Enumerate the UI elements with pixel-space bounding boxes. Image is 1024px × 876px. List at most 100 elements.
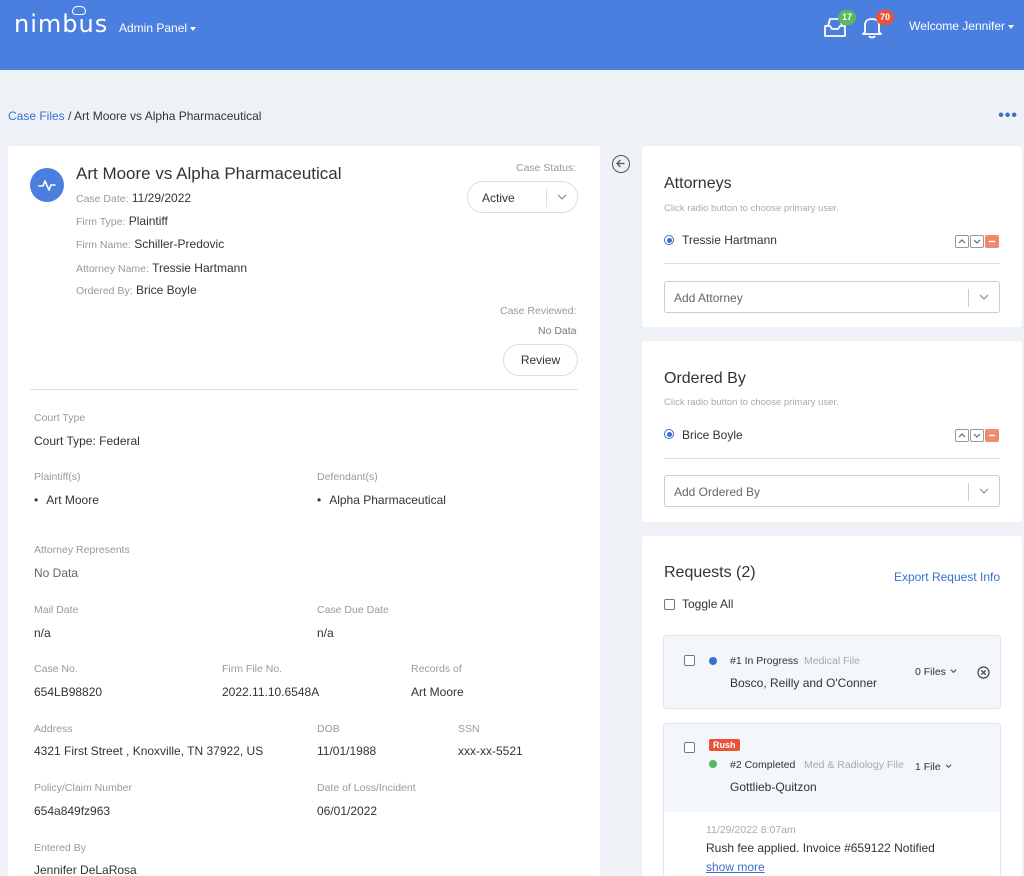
files-dropdown[interactable]: 0 Files xyxy=(915,666,958,678)
request-provider: Gottlieb-Quitzon xyxy=(730,780,817,794)
remove-ordered-by-button[interactable] xyxy=(985,429,999,442)
rush-badge: Rush xyxy=(709,739,740,751)
request-item[interactable]: #1 In Progress Medical File Bosco, Reill… xyxy=(663,635,1001,709)
entered-by-label: Entered By xyxy=(34,842,86,854)
firm-file-no-label: Firm File No. xyxy=(222,663,283,675)
entered-by-value: Jennifer DeLaRosa xyxy=(34,863,137,876)
breadcrumb-separator: / xyxy=(64,109,75,123)
toggle-all-label: Toggle All xyxy=(682,597,734,611)
caret-down-icon xyxy=(190,26,197,31)
dob-value: 11/01/1988 xyxy=(317,744,377,758)
case-date-row: Case Date: 11/29/2022 xyxy=(76,191,191,205)
top-nav-bar: nimbus Admin Panel 17 70 Welcome Jennife… xyxy=(0,0,1024,70)
primary-attorney-radio[interactable] xyxy=(664,235,674,245)
case-date-value: 11/29/2022 xyxy=(131,191,192,205)
address-value: 4321 First Street , Knoxville, TN 37922,… xyxy=(34,744,264,758)
remove-attorney-button[interactable] xyxy=(985,235,999,248)
case-details-card: Art Moore vs Alpha Pharmaceutical Case D… xyxy=(8,146,600,876)
plaintiff-item: Art Moore xyxy=(34,493,99,507)
firm-name-label: Firm Name: xyxy=(76,239,131,251)
breadcrumb-current: Art Moore vs Alpha Pharmaceutical xyxy=(74,109,262,123)
attorney-name-label: Attorney Name: xyxy=(76,263,149,275)
add-attorney-placeholder: Add Attorney xyxy=(674,291,743,305)
divider xyxy=(30,389,578,390)
more-options-icon[interactable]: ••• xyxy=(998,107,1018,125)
request-checkbox[interactable] xyxy=(684,655,695,666)
mail-date-label: Mail Date xyxy=(34,604,79,616)
messages-button[interactable]: 17 xyxy=(822,10,856,44)
request-type: Med & Radiology File xyxy=(804,759,904,771)
move-up-button[interactable] xyxy=(955,429,969,442)
request-type: Medical File xyxy=(804,655,861,667)
plaintiffs-label: Plaintiff(s) xyxy=(34,471,81,483)
ordered-by-value: Brice Boyle xyxy=(135,283,197,297)
firm-name-value: Schiller-Predovic xyxy=(134,237,225,251)
caret-down-icon xyxy=(1008,24,1014,29)
logo[interactable]: nimbus xyxy=(14,10,108,38)
attorneys-title: Attorneys xyxy=(664,175,732,192)
primary-ordered-by-radio[interactable] xyxy=(664,429,674,439)
chevron-down-icon xyxy=(979,488,989,494)
chevron-down-icon xyxy=(973,433,981,438)
select-separator xyxy=(968,289,969,307)
notifications-count-badge: 70 xyxy=(876,10,894,25)
defendant-item: Alpha Pharmaceutical xyxy=(317,493,446,507)
chevron-down-icon xyxy=(950,669,957,674)
move-down-button[interactable] xyxy=(970,429,984,442)
add-ordered-by-select[interactable]: Add Ordered By xyxy=(664,475,1000,507)
request-status: #1 In Progress xyxy=(730,655,799,667)
note-timestamp: 11/29/2022 8:07am xyxy=(706,824,796,836)
case-avatar xyxy=(30,168,64,202)
breadcrumb-case-files-link[interactable]: Case Files xyxy=(8,109,65,123)
case-no-label: Case No. xyxy=(34,663,78,675)
show-more-link[interactable]: show more xyxy=(706,860,765,874)
activity-icon xyxy=(38,180,56,191)
case-date-label: Case Date: xyxy=(76,193,129,205)
toggle-all-checkbox[interactable] xyxy=(664,599,675,610)
attorneys-hint: Click radio button to choose primary use… xyxy=(664,203,839,214)
firm-type-value: Plaintiff xyxy=(128,214,168,228)
ordered-by-card: Ordered By Click radio button to choose … xyxy=(642,341,1022,522)
user-menu[interactable]: Welcome Jennifer xyxy=(909,19,1014,33)
close-circle-icon[interactable] xyxy=(977,666,990,679)
files-count: 0 Files xyxy=(915,666,946,678)
admin-panel-label: Admin Panel xyxy=(119,21,188,35)
request-checkbox[interactable] xyxy=(684,742,695,753)
add-ordered-by-placeholder: Add Ordered By xyxy=(674,485,761,499)
requests-title: Requests (2) xyxy=(664,564,756,581)
request-note: 11/29/2022 8:07am Rush fee applied. Invo… xyxy=(664,812,1000,876)
move-up-button[interactable] xyxy=(955,235,969,248)
admin-panel-menu[interactable]: Admin Panel xyxy=(119,21,197,35)
chevron-down-icon xyxy=(945,764,952,769)
ordered-by-title: Ordered By xyxy=(664,370,746,387)
attorney-represents-value: No Data xyxy=(34,566,79,580)
case-reviewed-value: No Data xyxy=(538,325,577,337)
request-item[interactable]: Rush #2 Completed Med & Radiology File 1… xyxy=(663,723,1001,876)
export-request-info-link[interactable]: Export Request Info xyxy=(894,570,1000,584)
notifications-button[interactable]: 70 xyxy=(860,10,894,44)
move-down-button[interactable] xyxy=(970,235,984,248)
records-of-label: Records of xyxy=(411,663,462,675)
review-button[interactable]: Review xyxy=(503,344,578,376)
select-separator xyxy=(546,189,547,207)
case-status-label: Case Status: xyxy=(516,162,577,174)
ordered-by-row: Ordered By: Brice Boyle xyxy=(76,283,197,297)
chevron-down-icon xyxy=(973,239,981,244)
case-reviewed-label: Case Reviewed: xyxy=(500,305,577,317)
mail-date-value: n/a xyxy=(34,626,51,640)
status-dot xyxy=(709,760,717,768)
date-of-loss-label: Date of Loss/Incident xyxy=(317,782,416,794)
add-attorney-select[interactable]: Add Attorney xyxy=(664,281,1000,313)
case-status-select[interactable]: Active xyxy=(467,181,578,213)
court-type-label: Court Type xyxy=(34,412,86,424)
files-count: 1 File xyxy=(915,761,941,773)
case-title: Art Moore vs Alpha Pharmaceutical xyxy=(76,164,342,183)
ordered-by-hint: Click radio button to choose primary use… xyxy=(664,397,839,408)
collapse-panel-button[interactable] xyxy=(612,155,630,173)
court-type-value: Court Type: Federal xyxy=(34,434,140,448)
files-dropdown[interactable]: 1 File xyxy=(915,761,953,773)
requests-card: Requests (2) Export Request Info Toggle … xyxy=(642,536,1022,876)
divider xyxy=(664,458,1000,459)
note-text: Rush fee applied. Invoice #659122 Notifi… xyxy=(706,841,935,855)
status-dot xyxy=(709,657,717,665)
